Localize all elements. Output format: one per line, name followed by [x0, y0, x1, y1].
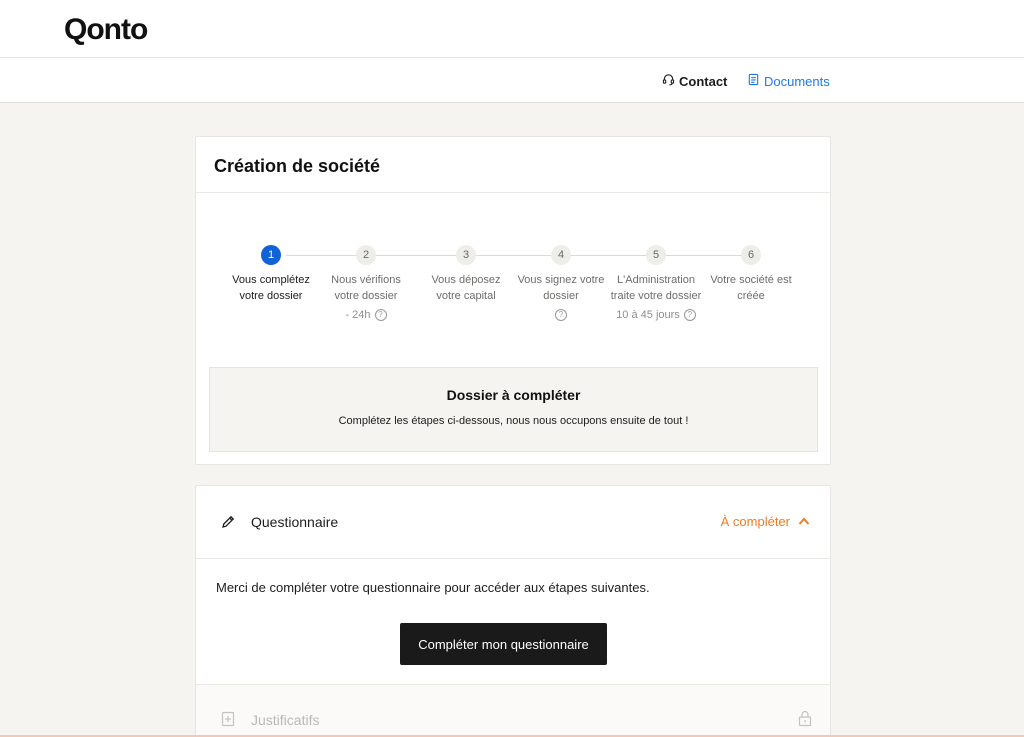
step-number: 6 — [741, 245, 761, 265]
divider — [196, 192, 830, 193]
company-creation-card: Création de société 1 Vous complétez votr… — [195, 136, 831, 465]
questionnaire-description: Merci de compléter votre questionnaire p… — [216, 580, 650, 595]
documents-label: Documents — [764, 73, 830, 89]
contact-link[interactable]: Contact — [662, 73, 727, 89]
questionnaire-header[interactable]: Questionnaire À compléter — [196, 486, 830, 558]
upload-file-icon — [221, 711, 235, 727]
step-sub: 10 à 45 jours? — [608, 309, 704, 321]
step-number: 1 — [261, 245, 281, 265]
documents-link[interactable]: Documents — [747, 73, 830, 89]
notice-text: Complétez les étapes ci-dessous, nous no… — [338, 415, 689, 427]
question-icon[interactable]: ? — [555, 309, 567, 321]
step-label: L'Administration traite votre dossier — [610, 274, 702, 302]
step-label: Vous complétez votre dossier — [232, 274, 310, 302]
contact-label: Contact — [679, 73, 728, 89]
status-label: À compléter — [720, 514, 790, 529]
justificatifs-title: Justificatifs — [251, 712, 320, 728]
questionnaire-status[interactable]: À compléter — [721, 514, 810, 529]
step-number: 3 — [456, 245, 476, 265]
questionnaire-title: Questionnaire — [251, 514, 339, 530]
step-1: 1 Vous complétez votre dossier — [223, 245, 319, 304]
status-notice: Dossier à compléter Complétez les étapes… — [209, 367, 818, 452]
step-label: Nous vérifions votre dossier — [331, 274, 401, 302]
step-duration: 10 à 45 jours — [616, 309, 680, 321]
steps-card: Questionnaire À compléter Merci de compl… — [195, 485, 831, 737]
step-sub: ? — [513, 309, 609, 321]
step-4: 4 Vous signez votre dossier? — [513, 245, 609, 321]
sub-navigation: Contact Documents — [0, 58, 1024, 103]
progress-stepper: 1 Vous complétez votre dossier 2 Nous vérif… — [196, 245, 830, 345]
top-bar: Qonto — [0, 0, 1024, 58]
divider — [196, 558, 830, 559]
step-sub: - 24h? — [318, 309, 414, 321]
step-label: Votre société est créée — [710, 274, 792, 302]
step-2: 2 Nous vérifions votre dossier - 24h? — [318, 245, 414, 321]
qonto-logo[interactable]: Qonto — [64, 13, 148, 47]
step-duration: - 24h — [345, 309, 371, 321]
lock-icon — [798, 710, 812, 727]
step-number: 2 — [356, 245, 376, 265]
step-number: 5 — [646, 245, 666, 265]
headset-icon — [662, 73, 675, 89]
justificatifs-section: Justificatifs — [196, 685, 830, 737]
step-3: 3 Vous déposez votre capital — [418, 245, 514, 304]
step-6: 6 Votre société est créée — [703, 245, 799, 304]
step-number: 4 — [551, 245, 571, 265]
step-label: Vous déposez votre capital — [431, 274, 501, 302]
complete-questionnaire-button[interactable]: Compléter mon questionnaire — [400, 623, 607, 665]
step-label: Vous signez votre dossier — [517, 274, 605, 302]
step-5: 5 L'Administration traite votre dossier 10… — [608, 245, 704, 321]
document-icon — [747, 73, 760, 89]
question-icon[interactable]: ? — [683, 309, 696, 321]
pencil-icon — [220, 514, 236, 530]
notice-title: Dossier à compléter — [446, 387, 581, 403]
page-title: Création de société — [214, 156, 381, 176]
chevron-up-icon[interactable] — [798, 514, 810, 529]
question-icon[interactable]: ? — [374, 309, 387, 321]
